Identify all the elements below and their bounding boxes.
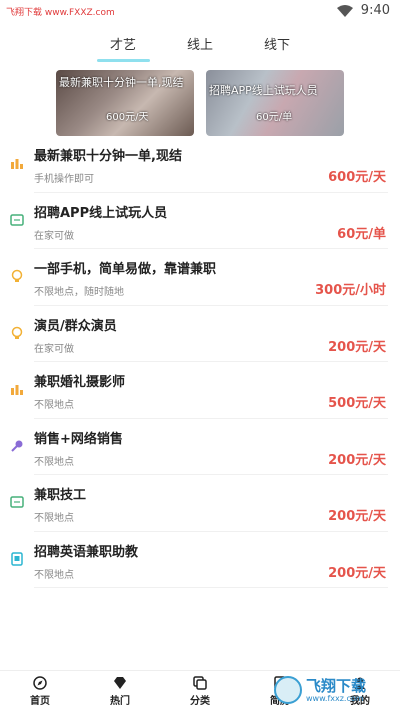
nav-label: 分类: [190, 695, 210, 707]
bar-chart-icon: [10, 156, 24, 170]
job-price: 200元/天: [328, 509, 386, 524]
bulb-icon: [10, 326, 24, 340]
job-subtitle: 不限地点: [34, 569, 74, 581]
layers-icon: [193, 675, 207, 690]
job-title: 演员/群众演员: [34, 318, 117, 334]
job-list: 最新兼职十分钟一单,现结 手机操作即可 600元/天 招聘APP线上试玩人员 在…: [0, 136, 400, 588]
job-subtitle: 不限地点: [34, 456, 74, 468]
watermark-logo: 飞翔下载 www.fxxz.com: [274, 672, 394, 708]
logo-icon: [274, 676, 302, 704]
job-price: 200元/天: [328, 565, 386, 581]
tab-talent[interactable]: 才艺: [85, 36, 162, 62]
list-item[interactable]: 招聘APP线上试玩人员 在家可做 60元/单: [10, 193, 388, 249]
clock: 9:40: [360, 3, 390, 18]
banner-price: 60元/单: [256, 112, 293, 123]
banner-card[interactable]: 最新兼职十分钟一单,现结 600元/天: [56, 70, 194, 136]
job-price: 300元/小时: [315, 283, 386, 298]
job-subtitle: 在家可做: [34, 343, 74, 355]
list-item[interactable]: 一部手机，简单易做，靠谱兼职 不限地点，随时随地 300元/小时: [11, 249, 388, 306]
job-price: 200元/天: [328, 339, 386, 355]
job-title: 最新兼职十分钟一单,现结: [34, 149, 182, 164]
job-price: 600元/天: [328, 170, 386, 185]
tab-online[interactable]: 线上: [162, 36, 239, 62]
mic-icon: [10, 439, 24, 453]
status-bar: 飞翔下载 www.FXXZ.com 9:40: [0, 0, 400, 24]
compass-icon: [33, 675, 47, 690]
logo-url: www.fxxz.com: [306, 693, 364, 703]
job-subtitle: 不限地点: [34, 400, 74, 411]
job-subtitle: 不限地点，随时随地: [34, 287, 124, 298]
job-title: 招聘英语兼职助教: [34, 544, 139, 560]
watermark-text: 飞翔下载 www.FXXZ.com: [6, 8, 115, 18]
job-subtitle: 手机操作即可: [34, 174, 94, 185]
bar-chart-icon: [10, 382, 24, 396]
job-title: 兼职技工: [34, 488, 87, 503]
job-price: 60元/单: [337, 226, 386, 242]
screen-icon: [10, 213, 24, 227]
logo-title: 飞翔下载: [306, 676, 367, 695]
wifi-icon: [336, 4, 353, 17]
nav-hot[interactable]: 热门: [80, 671, 160, 711]
bulb-icon: [10, 269, 24, 283]
status-right: 9:40: [336, 3, 390, 18]
job-title: 一部手机，简单易做，靠谱兼职: [34, 262, 217, 277]
book-icon: [10, 551, 24, 566]
list-item[interactable]: 演员/群众演员 在家可做 200元/天: [11, 306, 388, 362]
banner-card[interactable]: 招聘APP线上试玩人员 60元/单: [206, 70, 344, 136]
diamond-icon: [114, 676, 126, 689]
screen-icon: [10, 495, 24, 509]
list-item[interactable]: 招聘英语兼职助教 不限地点 200元/天: [11, 532, 388, 588]
job-subtitle: 不限地点: [34, 513, 74, 524]
banner-title: 最新兼职十分钟一单,现结: [59, 76, 184, 89]
list-item[interactable]: 最新兼职十分钟一单,现结 手机操作即可 600元/天: [11, 136, 388, 193]
job-price: 200元/天: [328, 452, 386, 468]
banner-price: 600元/天: [106, 112, 149, 123]
tab-offline[interactable]: 线下: [239, 36, 316, 62]
banner-title: 招聘APP线上试玩人员: [209, 84, 318, 97]
job-subtitle: 在家可做: [34, 230, 74, 242]
list-item[interactable]: 兼职婚礼摄影师 不限地点 500元/天: [11, 362, 388, 419]
job-price: 500元/天: [328, 396, 386, 411]
category-tabs: 才艺 线上 线下: [0, 36, 400, 62]
nav-home[interactable]: 首页: [0, 671, 80, 711]
nav-category[interactable]: 分类: [160, 671, 240, 711]
list-item[interactable]: 兼职技工 不限地点 200元/天: [10, 475, 388, 532]
job-title: 兼职婚礼摄影师: [34, 375, 126, 390]
job-title: 招聘APP线上试玩人员: [34, 205, 168, 221]
job-title: 销售+网络销售: [34, 431, 123, 447]
banner-carousel: 最新兼职十分钟一单,现结 600元/天 招聘APP线上试玩人员 60元/单: [56, 70, 346, 136]
list-item[interactable]: 销售+网络销售 不限地点 200元/天: [11, 419, 388, 475]
nav-label: 首页: [30, 695, 50, 707]
nav-label: 热门: [110, 695, 130, 707]
